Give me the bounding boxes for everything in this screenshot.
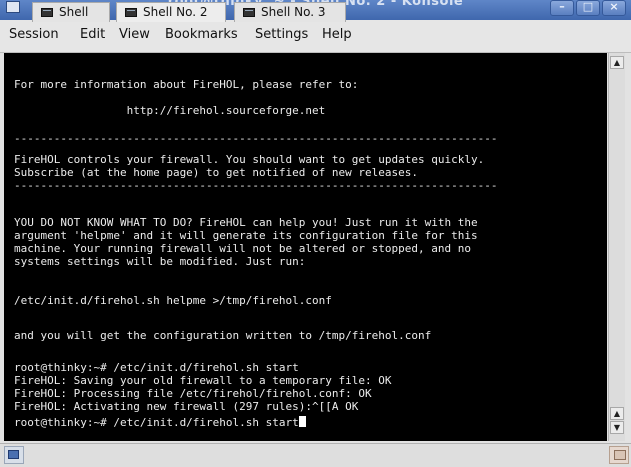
terminal-icon xyxy=(41,8,53,17)
terminal-line: For more information about FireHOL, plea… xyxy=(14,78,359,91)
terminal-line: FireHOL: Processing file /etc/firehol/fi… xyxy=(14,387,372,400)
scroll-up-arrow-icon[interactable]: ▲ xyxy=(610,56,624,69)
tab-shell-no-2[interactable]: Shell No. 2 xyxy=(116,2,226,22)
terminal-line: http://firehol.sourceforge.net xyxy=(14,104,326,117)
text-cursor xyxy=(298,416,306,427)
maximize-button[interactable]: □ xyxy=(576,0,600,16)
terminal-prompt-line[interactable]: root@thinky:~# /etc/init.d/firehol.sh st… xyxy=(14,416,306,429)
terminal-line: FireHOL: Saving your old firewall to a t… xyxy=(14,374,392,387)
terminal-line: machine. Your running firewall will not … xyxy=(14,242,471,255)
tab-shell-no-3[interactable]: Shell No. 3 xyxy=(234,2,346,22)
menu-view[interactable]: View xyxy=(119,27,150,42)
menu-help[interactable]: Help xyxy=(322,27,352,42)
tab-label: Shell xyxy=(59,5,89,19)
terminal-line: FireHOL: Activating new firewall (297 ru… xyxy=(14,400,359,413)
terminal-line: argument 'helpme' and it will generate i… xyxy=(14,229,478,242)
terminal-line: ----------------------------------------… xyxy=(14,179,498,192)
terminal-prompt-text: root@thinky:~# /etc/init.d/firehol.sh st… xyxy=(14,416,299,429)
scroll-down-arrow-icon[interactable]: ▼ xyxy=(610,421,624,434)
tab-label: Shell No. 3 xyxy=(261,5,326,19)
menu-session[interactable]: Session xyxy=(9,27,59,42)
menu-bar: Session Edit View Bookmarks Settings Hel… xyxy=(0,20,631,53)
terminal-line: Subscribe (at the home page) to get noti… xyxy=(14,166,418,179)
new-session-icon[interactable] xyxy=(4,446,24,464)
terminal-line: root@thinky:~# /etc/init.d/firehol.sh st… xyxy=(14,361,299,374)
terminal-icon xyxy=(125,8,137,17)
terminal-line: ----------------------------------------… xyxy=(14,132,498,145)
tab-label: Shell No. 2 xyxy=(143,5,208,19)
terminal-line: YOU DO NOT KNOW WHAT TO DO? FireHOL can … xyxy=(14,216,478,229)
terminal-line: /etc/init.d/firehol.sh helpme >/tmp/fire… xyxy=(14,294,332,307)
terminal-icon xyxy=(243,8,255,17)
terminal-output[interactable]: For more information about FireHOL, plea… xyxy=(4,53,607,441)
konsole-window: root@thinky: ~ - Shell No. 2 - Konsole –… xyxy=(0,0,631,467)
terminal-line: FireHOL controls your firewall. You shou… xyxy=(14,153,485,166)
terminal-line: systems settings will be modified. Just … xyxy=(14,255,306,268)
scroll-up-small-arrow-icon[interactable]: ▲ xyxy=(610,407,624,420)
menu-settings[interactable]: Settings xyxy=(255,27,308,42)
close-session-icon[interactable] xyxy=(609,446,629,464)
menu-edit[interactable]: Edit xyxy=(80,27,105,42)
terminal-line: and you will get the configuration writt… xyxy=(14,329,432,342)
minimize-button[interactable]: – xyxy=(550,0,574,16)
session-tab-bar xyxy=(0,443,631,467)
tab-shell[interactable]: Shell xyxy=(32,2,110,22)
menu-bookmarks[interactable]: Bookmarks xyxy=(165,27,238,42)
vertical-scrollbar[interactable]: ▲ ▲ ▼ xyxy=(608,53,625,441)
close-window-button[interactable]: × xyxy=(602,0,626,16)
